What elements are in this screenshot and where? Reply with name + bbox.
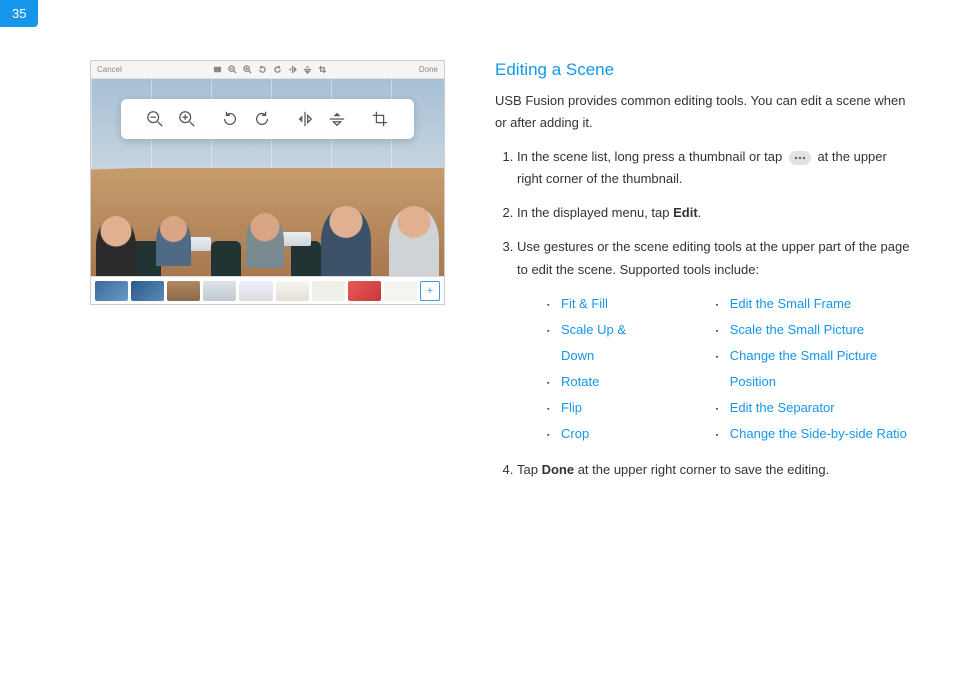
flip-horizontal-icon: [288, 65, 297, 74]
tool-link-item: Edit the Small Frame: [716, 291, 914, 317]
thumbnail: [167, 281, 200, 301]
text-column: Editing a Scene USB Fusion provides comm…: [495, 60, 914, 493]
rotate-cw-icon: [253, 110, 271, 128]
tool-link-item: Flip: [547, 395, 656, 421]
tool-link-item: Change the Side-by-side Ratio: [716, 421, 914, 447]
flip-horizontal-icon: [296, 110, 314, 128]
thumbnail: [348, 281, 381, 301]
flip-vertical-icon: [303, 65, 312, 74]
steps-list: In the scene list, long press a thumbnai…: [495, 146, 914, 481]
tool-link-item: Scale the Small Picture: [716, 317, 914, 343]
step-text: Use gestures or the scene editing tools …: [517, 239, 909, 276]
thumbnail: [95, 281, 128, 301]
tool-link[interactable]: Flip: [561, 400, 582, 415]
flip-vertical-icon: [328, 110, 346, 128]
zoom-out-icon: [146, 110, 164, 128]
figure-column: Cancel Done: [90, 60, 445, 493]
zoom-in-icon: [178, 110, 196, 128]
thumbnail: [203, 281, 236, 301]
tool-link[interactable]: Edit the Separator: [730, 400, 835, 415]
zoom-in-icon: [243, 65, 252, 74]
tool-link[interactable]: Edit the Small Frame: [730, 296, 851, 311]
tool-link[interactable]: Scale Up & Down: [561, 322, 626, 363]
done-label: Done: [419, 65, 438, 74]
scene-thumbnails: +: [91, 276, 444, 304]
thumbnail: [131, 281, 164, 301]
more-icon: [789, 151, 811, 165]
tools-column-left: Fit & Fill Scale Up & Down Rotate Flip C…: [547, 291, 656, 447]
step-text: .: [698, 205, 702, 220]
edit-keyword: Edit: [673, 205, 698, 220]
tool-link-item: Edit the Separator: [716, 395, 914, 421]
tool-link[interactable]: Rotate: [561, 374, 599, 389]
intro-paragraph: USB Fusion provides common editing tools…: [495, 90, 914, 134]
tool-link[interactable]: Fit & Fill: [561, 296, 608, 311]
tool-link[interactable]: Crop: [561, 426, 589, 441]
tool-link[interactable]: Change the Side-by-side Ratio: [730, 426, 907, 441]
step-2: In the displayed menu, tap Edit.: [517, 202, 914, 224]
tools-link-grid: Fit & Fill Scale Up & Down Rotate Flip C…: [547, 291, 914, 447]
tool-link-item: Rotate: [547, 369, 656, 395]
step-text: Tap: [517, 462, 542, 477]
crop-icon: [318, 65, 327, 74]
zoom-out-icon: [228, 65, 237, 74]
tool-link[interactable]: Scale the Small Picture: [730, 322, 864, 337]
add-scene-button: +: [420, 281, 440, 301]
step-text: In the displayed menu, tap: [517, 205, 673, 220]
thumbnail: [384, 281, 417, 301]
done-keyword: Done: [542, 462, 575, 477]
thumbnail: [239, 281, 272, 301]
step-3: Use gestures or the scene editing tools …: [517, 236, 914, 446]
step-text: at the upper right corner to save the ed…: [574, 462, 829, 477]
step-4: Tap Done at the upper right corner to sa…: [517, 459, 914, 481]
thumbnail: [276, 281, 309, 301]
tool-link[interactable]: Change the Small Picture Position: [730, 348, 877, 389]
editor-topbar-tools: [213, 65, 327, 74]
editor-topbar: Cancel Done: [91, 61, 444, 79]
section-heading: Editing a Scene: [495, 60, 914, 80]
step-text: In the scene list, long press a thumbnai…: [517, 149, 786, 164]
step-1: In the scene list, long press a thumbnai…: [517, 146, 914, 190]
cancel-label: Cancel: [97, 65, 122, 74]
page-number-badge: 35: [0, 0, 38, 27]
tool-link-item: Fit & Fill: [547, 291, 656, 317]
page-content: Cancel Done: [0, 0, 954, 493]
tool-link-item: Crop: [547, 421, 656, 447]
crop-icon: [371, 110, 389, 128]
rotate-ccw-icon: [221, 110, 239, 128]
scene-editor-screenshot: Cancel Done: [90, 60, 445, 305]
tool-link-item: Change the Small Picture Position: [716, 343, 914, 395]
rotate-cw-icon: [273, 65, 282, 74]
thumbnail: [312, 281, 345, 301]
tool-callout: [121, 99, 414, 139]
fit-fill-icon: [213, 65, 222, 74]
tools-column-right: Edit the Small Frame Scale the Small Pic…: [716, 291, 914, 447]
rotate-ccw-icon: [258, 65, 267, 74]
tool-link-item: Scale Up & Down: [547, 317, 656, 369]
